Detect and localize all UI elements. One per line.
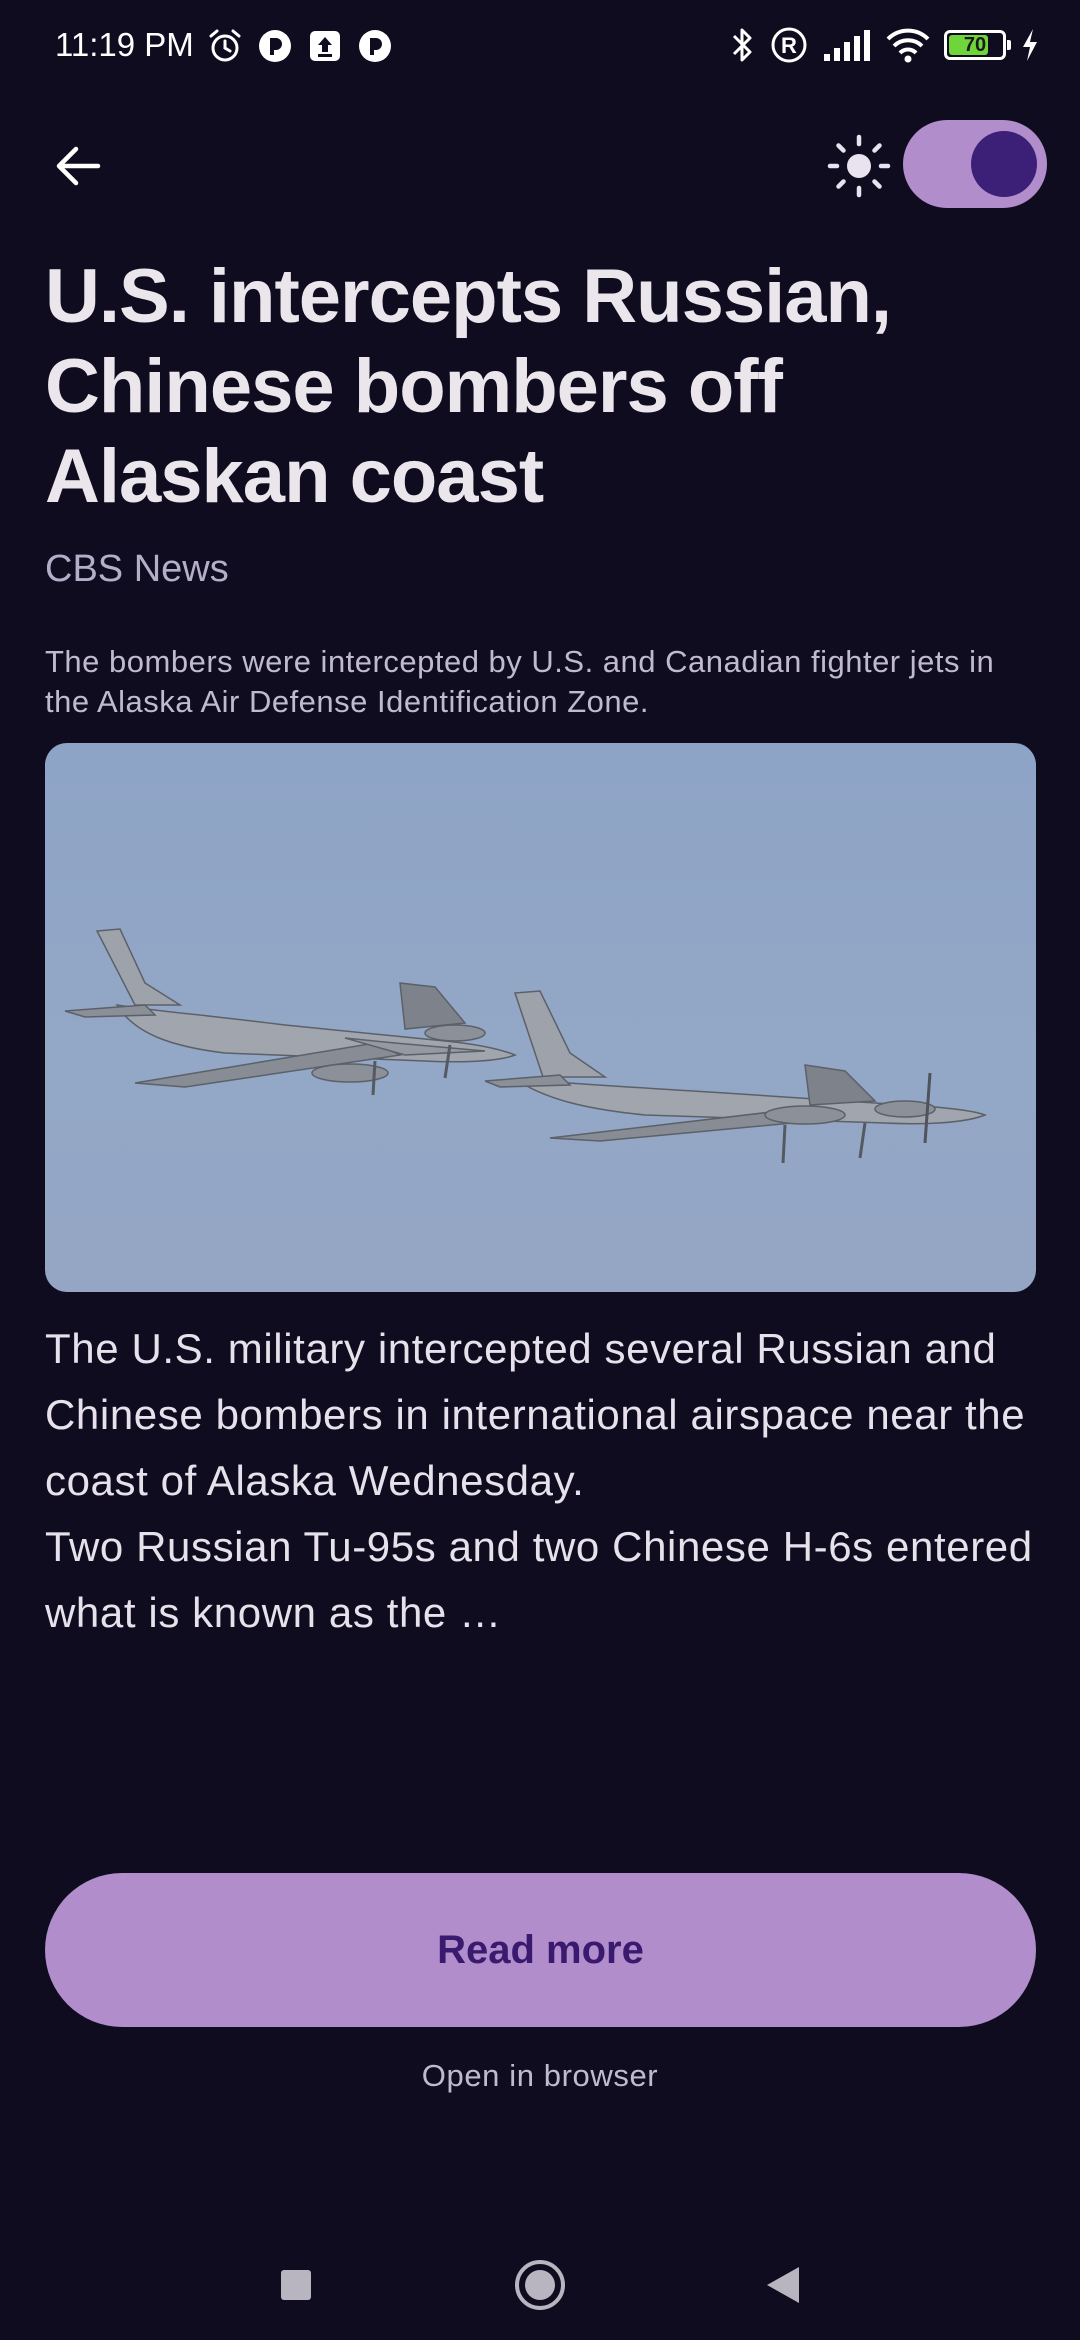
arrow-back-icon [56,146,101,186]
charging-icon [1023,29,1037,61]
nav-back-button[interactable] [748,2250,818,2320]
article-description: The bombers were intercepted by U.S. and… [45,644,995,719]
app-notification-icon [259,30,291,62]
dark-mode-toggle[interactable] [903,120,1047,208]
home-button[interactable] [505,2250,575,2320]
status-bar: 11:19 PM R 70 [0,0,1080,96]
status-time: 11:19 PM [55,26,194,63]
triangle-back-icon [767,2267,799,2303]
toggle-thumb [971,131,1037,197]
wifi-icon [886,28,930,63]
article-body-paragraph: The U.S. military intercepted several Ru… [45,1325,1026,1504]
registered-icon: R [771,27,807,63]
upload-icon [310,31,340,61]
bluetooth-icon [732,28,752,62]
article-image [45,743,1036,1292]
read-more-button[interactable]: Read more [45,1873,1036,2027]
svg-text:R: R [781,33,797,58]
battery-icon: 70 [944,30,1011,60]
alarm-icon [209,29,241,62]
square-icon [281,2270,311,2300]
app-notification-icon [359,30,391,62]
status-system-icons: R 70 [730,26,1040,64]
system-nav-bar [0,2220,1080,2340]
article-title: U.S. intercepts Russian, Chinese bombers… [45,254,892,519]
back-button[interactable] [40,128,116,204]
battery-level-text: 70 [963,34,987,56]
sun-icon [827,134,891,198]
recents-button[interactable] [261,2250,331,2320]
status-notification-icons [207,28,393,64]
bombers-illustration [64,928,988,1164]
signal-icon [824,30,870,61]
article-source: CBS News [45,548,229,590]
circle-icon [515,2260,565,2310]
article-body-paragraph: Two Russian Tu-95s and two Chinese H-6s … [45,1523,1033,1636]
open-in-browser-link[interactable]: Open in browser [0,2058,1080,2094]
article-body: The U.S. military intercepted several Ru… [45,1316,1045,1646]
